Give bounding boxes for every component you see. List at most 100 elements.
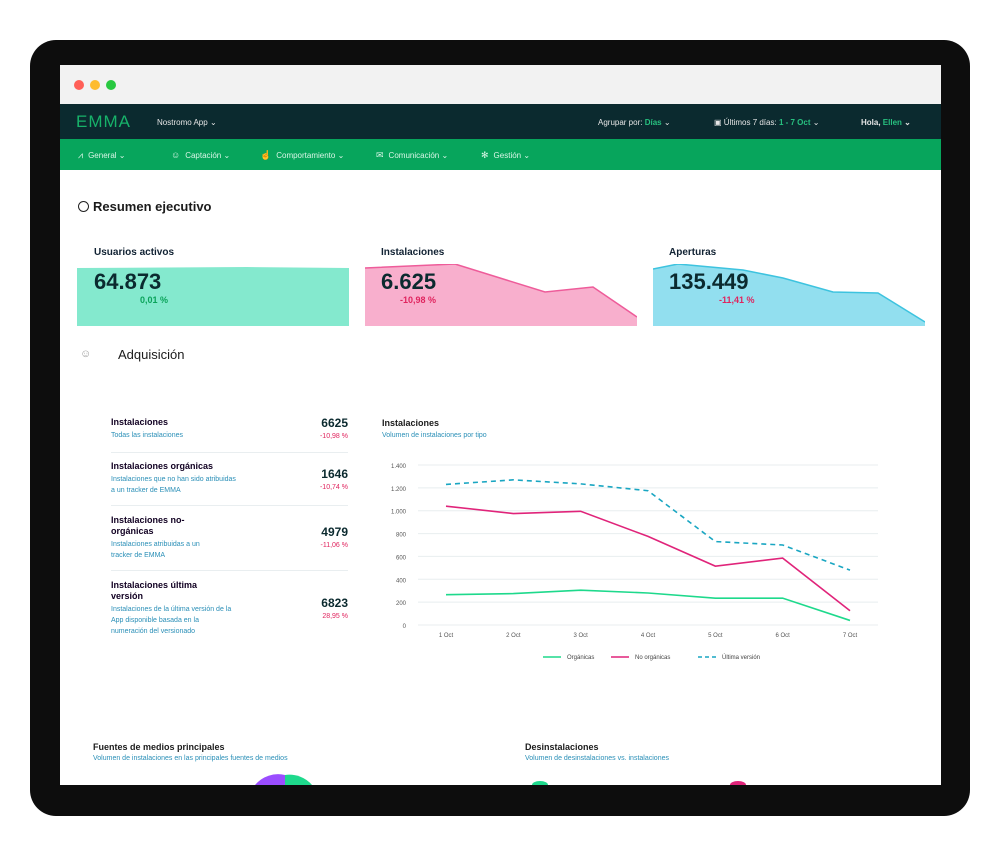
date-range-value: 1 - 7 Oct bbox=[778, 118, 811, 127]
nav-comunicacion[interactable]: ✉ Comunicación ⌄ bbox=[376, 150, 448, 161]
series-line bbox=[445, 589, 851, 622]
chart-title: Instalaciones bbox=[382, 418, 440, 428]
chevron-down-icon: ⌄ bbox=[812, 118, 820, 127]
user-menu[interactable]: Hola, Ellen ⌄ bbox=[861, 118, 911, 127]
browser-window: EMMA Nostromo App ⌄ Agrupar por: Días ⌄ … bbox=[60, 65, 941, 785]
kpi-label: Instalaciones bbox=[381, 247, 445, 258]
y-tick-label: 0 bbox=[403, 624, 407, 630]
legend-label: No orgánicas bbox=[635, 655, 670, 661]
legend-label: Última versión bbox=[722, 654, 760, 661]
y-tick-label: 400 bbox=[396, 578, 407, 584]
y-tick-label: 1.400 bbox=[391, 464, 407, 470]
summary-icon bbox=[78, 201, 89, 212]
metric-value: 6823 bbox=[321, 596, 348, 610]
kpi-value: 135.449 bbox=[669, 269, 749, 294]
x-tick-label: 5 Oct bbox=[708, 633, 723, 639]
metric-value: 6625 bbox=[321, 416, 348, 430]
y-tick-label: 1.000 bbox=[391, 510, 407, 516]
nav-label: Comportamiento bbox=[276, 151, 336, 160]
chevron-down-icon: ⌄ bbox=[209, 118, 217, 127]
metric-description: Instalaciones atribuidas a un tracker de… bbox=[111, 541, 200, 559]
x-tick-label: 6 Oct bbox=[775, 633, 790, 639]
divider bbox=[111, 505, 348, 506]
metric-title: Instalaciones orgánicas bbox=[111, 461, 214, 471]
metric-pct: -10,98 % bbox=[319, 433, 348, 440]
y-tick-label: 800 bbox=[396, 533, 407, 539]
legend-label: Orgánicas bbox=[567, 655, 594, 661]
emma-logo[interactable]: EMMA bbox=[76, 112, 131, 132]
metric-description: Instalaciones de la última versión de la… bbox=[111, 606, 232, 635]
y-tick-label: 600 bbox=[396, 555, 407, 561]
kpi-value: 64.873 bbox=[94, 269, 162, 294]
metric-pct: 28,95 % bbox=[322, 613, 348, 620]
maximize-dot[interactable] bbox=[106, 80, 116, 90]
minimize-dot[interactable] bbox=[90, 80, 100, 90]
x-tick-label: 1 Oct bbox=[439, 633, 454, 639]
uninstalls-subtitle: Volumen de desinstalaciones vs. instalac… bbox=[525, 755, 669, 762]
chevron-down-icon: ⌄ bbox=[904, 118, 911, 127]
nav-label: Comunicación bbox=[388, 151, 440, 160]
metric-title: Instalaciones bbox=[111, 417, 169, 427]
group-by-value: Días bbox=[644, 118, 662, 127]
hand-icon: ☝ bbox=[260, 150, 272, 160]
date-range-label: Últimos 7 días: bbox=[723, 118, 777, 127]
section-navbar: ⩘ General ⌄ ☺ Captación ⌄ ☝ Comportamiento … bbox=[60, 139, 941, 170]
media-sources-donut-top bbox=[255, 774, 312, 785]
metric-pct: -11,06 % bbox=[320, 542, 349, 549]
divider bbox=[111, 570, 348, 571]
kpi-value: 6.625 bbox=[381, 269, 437, 294]
gear-icon: ✻ bbox=[481, 150, 489, 160]
top-navbar: EMMA Nostromo App ⌄ Agrupar por: Días ⌄ … bbox=[60, 104, 941, 139]
nav-label: Gestión bbox=[493, 151, 522, 160]
close-dot[interactable] bbox=[74, 80, 84, 90]
nav-label: Captación bbox=[185, 151, 222, 160]
series-line bbox=[445, 505, 851, 612]
chart-icon: ⩘ bbox=[78, 150, 84, 160]
app-selector[interactable]: Nostromo App ⌄ bbox=[157, 118, 217, 127]
y-tick-label: 1.200 bbox=[391, 487, 407, 493]
greeting: Hola, bbox=[861, 118, 881, 127]
metric-description: Instalaciones que no han sido atribuidas… bbox=[111, 476, 236, 494]
title-bar bbox=[60, 65, 941, 104]
metric-pct: -10,74 % bbox=[319, 484, 348, 491]
nav-comportamiento[interactable]: ☝ Comportamiento ⌄ bbox=[260, 150, 344, 161]
kpi-delta: -10,98 % bbox=[400, 295, 437, 305]
metric-value: 1646 bbox=[321, 467, 348, 481]
x-tick-label: 2 Oct bbox=[506, 633, 521, 639]
x-tick-label: 3 Oct bbox=[573, 633, 588, 639]
acquisition-title: Adquisición bbox=[118, 347, 185, 362]
nav-captacion[interactable]: ☺ Captación ⌄ bbox=[171, 150, 230, 160]
kpi-delta: 0,01 % bbox=[140, 295, 169, 305]
group-by-selector[interactable]: Agrupar por: Días ⌄ bbox=[598, 118, 671, 127]
calendar-icon: ▣ bbox=[714, 118, 722, 127]
media-sources-subtitle: Volumen de instalaciones en las principa… bbox=[93, 755, 288, 762]
installs-line-chart: 0 200 400 600 800 1.000 1.200 1.400 1 Oct 2 Oct 3 … bbox=[391, 464, 878, 661]
kpi-label: Aperturas bbox=[669, 247, 717, 258]
date-range-selector[interactable]: ▣ Últimos 7 días: 1 - 7 Oct ⌄ bbox=[714, 118, 819, 127]
user-icon: ☺ bbox=[80, 348, 92, 360]
summary-title: Resumen ejecutivo bbox=[93, 199, 212, 214]
x-tick-label: 4 Oct bbox=[641, 633, 656, 639]
user-name: Ellen bbox=[882, 118, 902, 127]
uninstalls-title: Desinstalaciones bbox=[525, 742, 599, 752]
nav-gestion[interactable]: ✻ Gestión ⌄ bbox=[481, 150, 530, 161]
kpi-delta: -11,41 % bbox=[719, 295, 755, 305]
nav-label: General bbox=[88, 151, 117, 160]
chevron-down-icon: ⌄ bbox=[663, 118, 671, 127]
divider bbox=[111, 452, 348, 453]
chart-subtitle: Volumen de instalaciones por tipo bbox=[382, 432, 487, 439]
metric-value: 4979 bbox=[321, 525, 348, 539]
media-sources-title: Fuentes de medios principales bbox=[93, 742, 225, 752]
y-tick-label: 200 bbox=[396, 601, 407, 607]
kpi-label: Usuarios activos bbox=[94, 247, 175, 258]
uninstalls-chart-top bbox=[532, 781, 746, 785]
group-by-label: Agrupar por: bbox=[598, 118, 643, 127]
user-icon: ☺ bbox=[171, 150, 181, 160]
message-icon: ✉ bbox=[376, 150, 384, 160]
summary-header: Resumen ejecutivo bbox=[78, 199, 212, 214]
metric-title: Instalaciones última versión bbox=[111, 580, 198, 601]
metric-title: Instalaciones no-orgánicas bbox=[111, 515, 185, 536]
x-tick-label: 7 Oct bbox=[843, 633, 858, 639]
metric-description: Todas las instalaciones bbox=[111, 432, 183, 439]
nav-general[interactable]: ⩘ General ⌄ bbox=[78, 150, 125, 161]
